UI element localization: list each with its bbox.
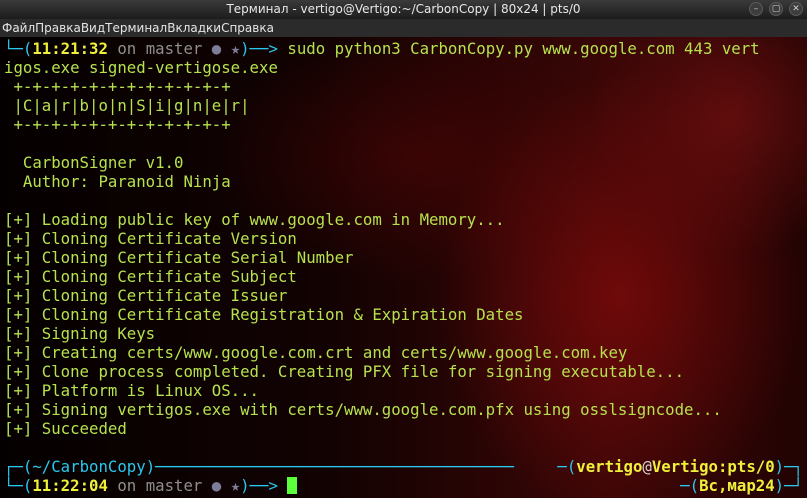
prompt-on: on <box>107 39 146 58</box>
output-line: [+] Clone process completed. Creating PF… <box>4 362 685 381</box>
prompt-markers: ● ★ <box>202 39 241 58</box>
menu-bar: Файл Правка Вид Терминал Вкладки Справка <box>0 19 807 37</box>
output-line: [+] Cloning Certificate Serial Number <box>4 248 354 267</box>
date-open: ─( <box>680 476 700 495</box>
info-line: CarbonSigner v1.0 <box>4 153 184 172</box>
menu-help[interactable]: Справка <box>221 21 274 35</box>
status-rule: )────────────────────────────────────── <box>145 457 515 476</box>
output-line: [+] Cloning Certificate Subject <box>4 267 297 286</box>
minimize-button[interactable]: – <box>749 2 763 16</box>
output-line: [+] Cloning Certificate Version <box>4 229 297 248</box>
output-line: [+] Signing vertigos.exe with certs/www.… <box>4 400 722 419</box>
banner-line: +-+-+-+-+-+-+-+-+-+-+-+ <box>4 115 231 134</box>
status-line-right: ─(vertigo@Vertigo:pts/0)─┐ <box>557 457 803 476</box>
current-directory: ~/CarbonCopy <box>32 457 146 476</box>
output-line: [+] Signing Keys <box>4 324 156 343</box>
output-line: [+] Loading public key of www.google.com… <box>4 210 505 229</box>
maximize-button[interactable]: ▢ <box>769 2 783 16</box>
close-button[interactable]: ✕ <box>789 2 803 16</box>
status-right-close: )─┐ <box>774 457 803 476</box>
window-controls: – ▢ ✕ <box>749 2 803 16</box>
prompt-line: └─(11:21:32 on master ● ★)──> sudo pytho… <box>4 39 760 58</box>
banner-line: +-+-+-+-+-+-+-+-+-+-+-+ <box>4 77 231 96</box>
menu-file[interactable]: Файл <box>2 21 35 35</box>
prompt-arrow: )──> <box>240 39 288 58</box>
output-line: [+] Creating certs/www.google.com.crt an… <box>4 343 628 362</box>
status-right-open: ─( <box>557 457 577 476</box>
command-continuation: igos.exe signed-vertigose.exe <box>4 58 278 77</box>
prompt-time: 11:22:04 <box>32 476 108 495</box>
menu-terminal[interactable]: Терминал <box>105 21 167 35</box>
user-name: vertigo <box>576 457 643 476</box>
status-open: ┌─( <box>4 457 33 476</box>
window-title: Терминал - vertigo@Vertigo:~/CarbonCopy … <box>226 2 581 16</box>
status-line-left: ┌─(~/CarbonCopy)────────────────────────… <box>4 457 514 476</box>
host-name: Vertigo <box>651 457 718 476</box>
date-close: )─┘ <box>774 476 803 495</box>
banner-line: |C|a|r|b|o|n|S|i|g|n|e|r| <box>4 96 250 115</box>
menu-view[interactable]: Вид <box>81 21 105 35</box>
terminal-area[interactable]: └─(11:21:32 on master ● ★)──> sudo pytho… <box>0 37 807 498</box>
info-line: Author: Paranoid Ninja <box>4 172 231 191</box>
at-sign: @ <box>642 457 652 476</box>
prompt-markers: ● ★ <box>202 476 241 495</box>
prompt-branch: master <box>145 39 203 58</box>
output-line: [+] Cloning Certificate Registration & E… <box>4 305 524 324</box>
prompt-time: 11:21:32 <box>32 39 108 58</box>
menu-tabs[interactable]: Вкладки <box>167 21 221 35</box>
output-line: [+] Succeeded <box>4 419 127 438</box>
text-cursor[interactable] <box>287 477 298 494</box>
output-line: [+] Platform is Linux OS... <box>4 381 260 400</box>
output-line: [+] Cloning Certificate Issuer <box>4 286 288 305</box>
menu-edit[interactable]: Правка <box>35 21 81 35</box>
prompt-open: └─( <box>4 476 33 495</box>
date-text: Вс,мар24 <box>699 476 775 495</box>
tty-name: :pts/0 <box>717 457 775 476</box>
window-titlebar[interactable]: Терминал - vertigo@Vertigo:~/CarbonCopy … <box>0 0 807 19</box>
prompt-open: └─( <box>4 39 33 58</box>
prompt-arrow: )──> <box>240 476 288 495</box>
command-text: sudo python3 CarbonCopy.py www.google.co… <box>287 39 760 58</box>
prompt-on: on <box>107 476 146 495</box>
date-indicator: ─(Вс,мар24)─┘ <box>680 476 803 495</box>
prompt-line-current: └─(11:22:04 on master ● ★)──> <box>4 476 298 495</box>
prompt-branch: master <box>145 476 203 495</box>
